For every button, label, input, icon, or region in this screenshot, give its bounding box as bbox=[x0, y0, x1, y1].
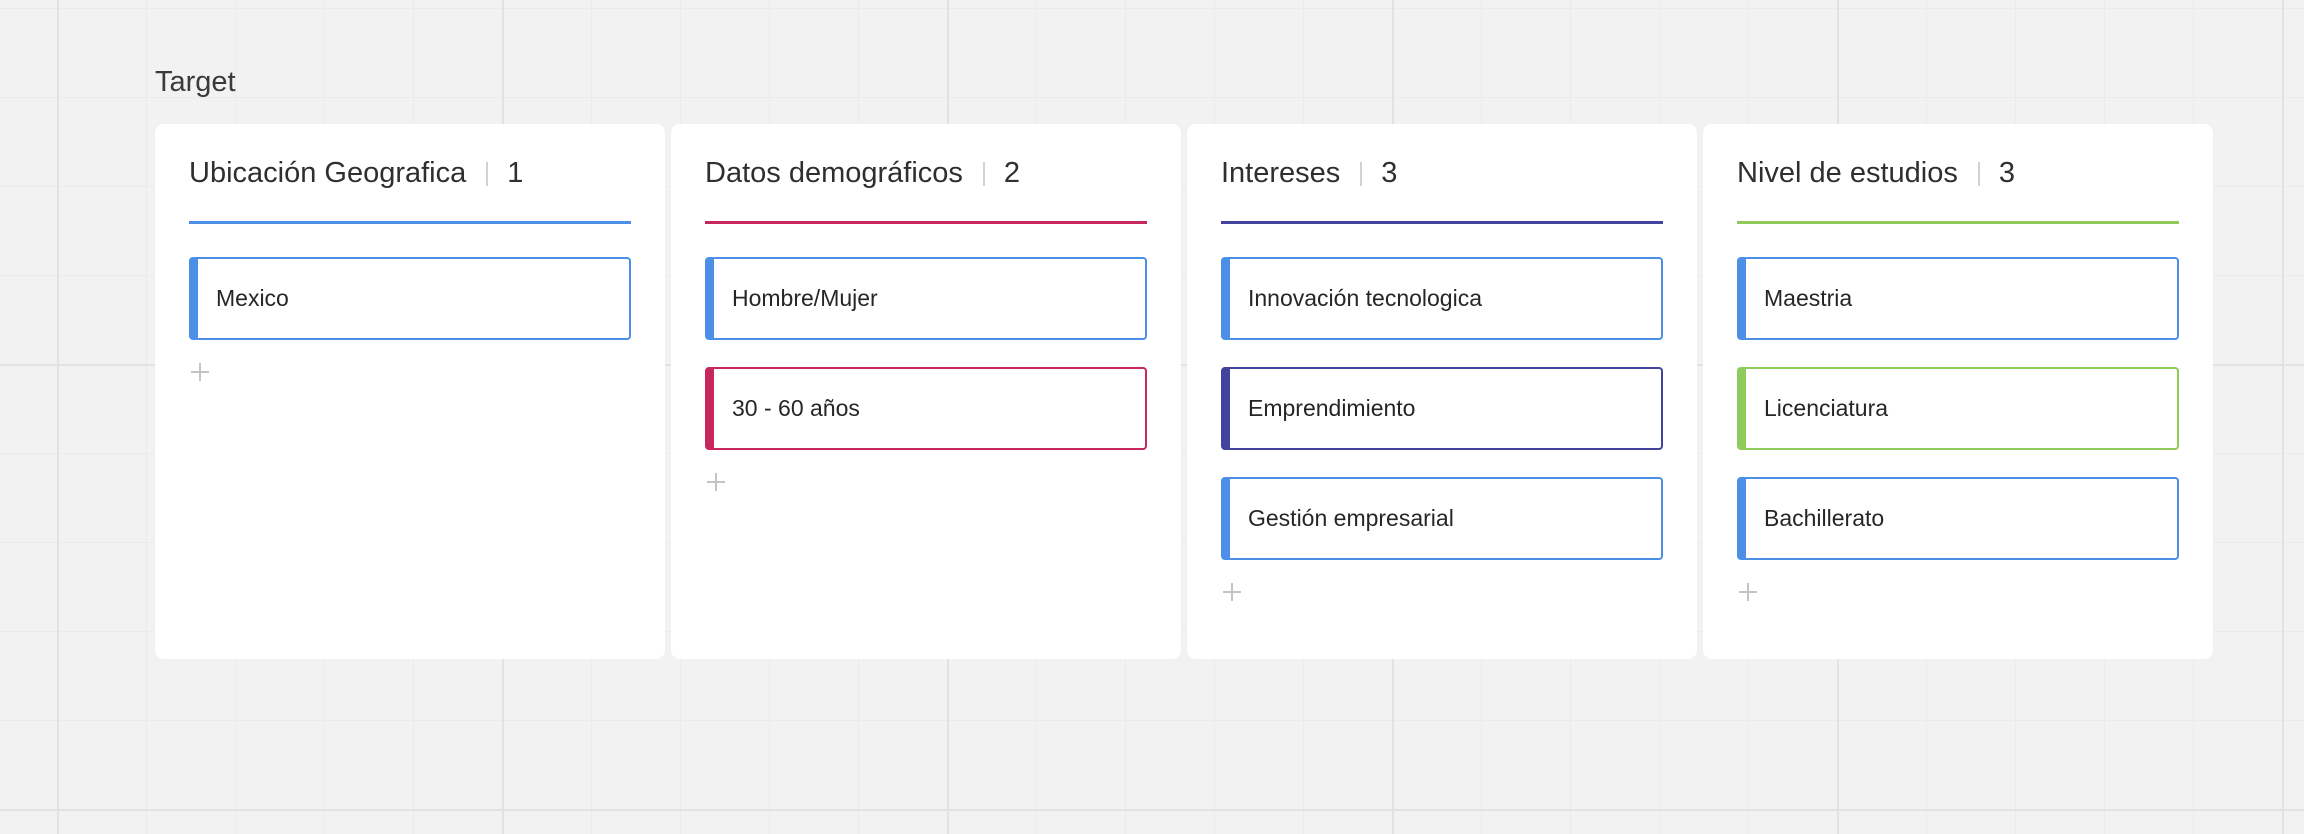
card-text: Licenciatura bbox=[1764, 395, 1889, 421]
card[interactable]: Hombre/Mujer bbox=[705, 257, 1147, 340]
add-card-button[interactable] bbox=[1737, 581, 1759, 603]
column-header[interactable]: Nivel de estudios 3 bbox=[1737, 124, 2179, 224]
card[interactable]: Gestión empresarial bbox=[1221, 477, 1663, 560]
card-text: Bachillerato bbox=[1764, 505, 1885, 531]
card-text: 30 - 60 años bbox=[732, 395, 860, 421]
card-text: Emprendimiento bbox=[1248, 395, 1416, 421]
column-intereses: Intereses 3 Innovación tecnologica Empre… bbox=[1187, 124, 1697, 659]
card[interactable]: 30 - 60 años bbox=[705, 367, 1147, 450]
header-divider bbox=[982, 161, 985, 186]
card-list: Maestria Licenciatura Bachillerato bbox=[1737, 224, 2179, 603]
column-title: Intereses bbox=[1221, 157, 1341, 189]
column-datos-demograficos: Datos demográficos 2 Hombre/Mujer 30 - 6… bbox=[671, 124, 1181, 659]
board-title: Target bbox=[155, 66, 236, 98]
kanban-columns: Ubicación Geografica 1 Mexico Datos demo… bbox=[155, 124, 2213, 659]
column-title: Ubicación Geografica bbox=[189, 157, 467, 189]
card[interactable]: Emprendimiento bbox=[1221, 367, 1663, 450]
card[interactable]: Licenciatura bbox=[1737, 367, 2179, 450]
add-card-button[interactable] bbox=[705, 471, 727, 493]
column-title: Nivel de estudios bbox=[1737, 157, 1958, 189]
column-title: Datos demográficos bbox=[705, 157, 963, 189]
add-card-button[interactable] bbox=[1221, 581, 1243, 603]
card-list: Hombre/Mujer 30 - 60 años bbox=[705, 224, 1147, 493]
card[interactable]: Maestria bbox=[1737, 257, 2179, 340]
card[interactable]: Mexico bbox=[189, 257, 631, 340]
header-divider bbox=[486, 161, 489, 186]
header-divider bbox=[1360, 161, 1363, 186]
card-list: Innovación tecnologica Emprendimiento Ge… bbox=[1221, 224, 1663, 603]
column-header[interactable]: Ubicación Geografica 1 bbox=[189, 124, 631, 224]
card-list: Mexico bbox=[189, 224, 631, 383]
column-header[interactable]: Intereses 3 bbox=[1221, 124, 1663, 224]
card-text: Hombre/Mujer bbox=[732, 285, 878, 311]
card-text: Gestión empresarial bbox=[1248, 505, 1454, 531]
card-text: Maestria bbox=[1764, 285, 1853, 311]
header-divider bbox=[1977, 161, 1980, 186]
card-text: Mexico bbox=[216, 285, 289, 311]
column-count: 1 bbox=[507, 157, 524, 189]
card[interactable]: Innovación tecnologica bbox=[1221, 257, 1663, 340]
column-header[interactable]: Datos demográficos 2 bbox=[705, 124, 1147, 224]
column-count: 2 bbox=[1003, 157, 1021, 189]
card[interactable]: Bachillerato bbox=[1737, 477, 2179, 560]
column-ubicacion-geografica: Ubicación Geografica 1 Mexico bbox=[155, 124, 665, 659]
add-card-button[interactable] bbox=[189, 361, 211, 383]
column-nivel-de-estudios: Nivel de estudios 3 Maestria Licenciatur… bbox=[1703, 124, 2213, 659]
card-text: Innovación tecnologica bbox=[1248, 285, 1482, 311]
column-count: 3 bbox=[1998, 157, 2015, 189]
column-count: 3 bbox=[1381, 157, 1398, 189]
